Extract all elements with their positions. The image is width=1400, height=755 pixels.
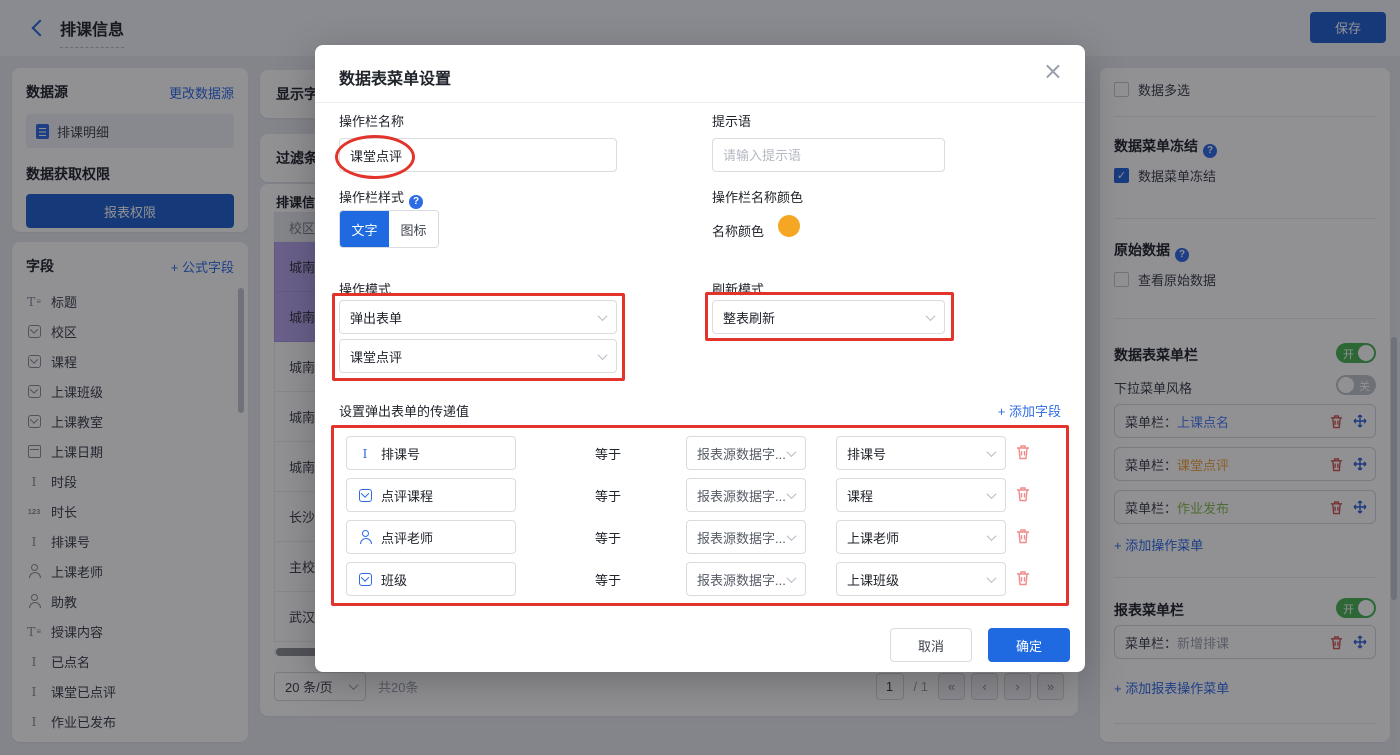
pass-value-row: 排课号 等于 报表源数据字... 排课号 bbox=[315, 436, 1085, 470]
trash-icon[interactable] bbox=[1016, 444, 1030, 460]
pass-field-name: 点评老师 bbox=[381, 528, 433, 547]
help-icon[interactable]: ? bbox=[409, 195, 423, 209]
pass-value-row: 点评课程 等于 报表源数据字... 课程 bbox=[315, 478, 1085, 512]
mapped-field-select[interactable]: 排课号 bbox=[836, 436, 1006, 470]
refresh-label: 刷新模式 bbox=[712, 279, 764, 298]
source-value: 报表源数据字... bbox=[697, 486, 786, 505]
chevron-down-icon bbox=[598, 350, 608, 360]
trash-icon[interactable] bbox=[1016, 528, 1030, 544]
app-root: 排课信息 保存 数据源 更改数据源 排课明细 数据获取权限 报表权限 字段 + … bbox=[0, 0, 1400, 755]
select-icon bbox=[357, 571, 373, 587]
mapped-field-value: 排课号 bbox=[847, 444, 886, 463]
source-select[interactable]: 报表源数据字... bbox=[686, 562, 806, 596]
cancel-button[interactable]: 取消 bbox=[890, 628, 972, 662]
mode-form-select[interactable]: 课堂点评 bbox=[339, 339, 617, 373]
style-label: 操作栏样式? bbox=[339, 187, 423, 209]
mapped-field-value: 课程 bbox=[847, 486, 873, 505]
equals-label: 等于 bbox=[595, 444, 621, 463]
close-icon[interactable]: × bbox=[1043, 59, 1063, 83]
mode-select-value: 弹出表单 bbox=[350, 308, 402, 327]
equals-label: 等于 bbox=[595, 570, 621, 589]
mode-select[interactable]: 弹出表单 bbox=[339, 300, 617, 334]
pass-field-input[interactable]: 点评课程 bbox=[346, 478, 516, 512]
pass-value-row: 班级 等于 报表源数据字... 上课班级 bbox=[315, 562, 1085, 596]
source-select[interactable]: 报表源数据字... bbox=[686, 436, 806, 470]
mode-label: 操作模式 bbox=[339, 279, 391, 298]
tip-label: 提示语 bbox=[712, 111, 751, 130]
mode-form-select-value: 课堂点评 bbox=[350, 347, 402, 366]
mapped-field-select[interactable]: 课程 bbox=[836, 478, 1006, 512]
refresh-select[interactable]: 整表刷新 bbox=[712, 300, 945, 334]
pass-field-name: 点评课程 bbox=[381, 486, 433, 505]
mapped-field-select[interactable]: 上课老师 bbox=[836, 520, 1006, 554]
source-select[interactable]: 报表源数据字... bbox=[686, 478, 806, 512]
modal-header: 数据表菜单设置 × bbox=[315, 45, 1085, 103]
chevron-down-icon bbox=[987, 447, 997, 457]
chevron-down-icon bbox=[926, 311, 936, 321]
source-value: 报表源数据字... bbox=[697, 444, 786, 463]
source-select[interactable]: 报表源数据字... bbox=[686, 520, 806, 554]
person-icon bbox=[357, 529, 373, 545]
mapped-field-value: 上课老师 bbox=[847, 528, 899, 547]
style-option-icon[interactable]: 图标 bbox=[389, 211, 438, 247]
style-option-text[interactable]: 文字 bbox=[340, 211, 389, 247]
equals-label: 等于 bbox=[595, 486, 621, 505]
source-value: 报表源数据字... bbox=[697, 570, 786, 589]
pass-field-name: 排课号 bbox=[381, 444, 420, 463]
mapped-field-select[interactable]: 上课班级 bbox=[836, 562, 1006, 596]
chevron-down-icon bbox=[987, 531, 997, 541]
chevron-down-icon bbox=[787, 489, 797, 499]
action-name-label: 操作栏名称 bbox=[339, 111, 404, 130]
pass-field-name: 班级 bbox=[381, 570, 407, 589]
text-icon bbox=[357, 445, 373, 461]
equals-label: 等于 bbox=[595, 528, 621, 547]
pass-values-label: 设置弹出表单的传递值 bbox=[339, 401, 469, 420]
name-color-text: 名称颜色 bbox=[712, 221, 764, 240]
confirm-button[interactable]: 确定 bbox=[988, 628, 1070, 662]
pass-value-row: 点评老师 等于 报表源数据字... 上课老师 bbox=[315, 520, 1085, 554]
chevron-down-icon bbox=[787, 531, 797, 541]
add-field-link[interactable]: + 添加字段 bbox=[998, 401, 1061, 420]
chevron-down-icon bbox=[987, 573, 997, 583]
mapped-field-value: 上课班级 bbox=[847, 570, 899, 589]
chevron-down-icon bbox=[598, 311, 608, 321]
pass-field-input[interactable]: 排课号 bbox=[346, 436, 516, 470]
trash-icon[interactable] bbox=[1016, 486, 1030, 502]
pass-field-input[interactable]: 点评老师 bbox=[346, 520, 516, 554]
chevron-down-icon bbox=[787, 447, 797, 457]
chevron-down-icon bbox=[987, 489, 997, 499]
table-menu-settings-modal: 数据表菜单设置 × 操作栏名称 提示语 操作栏样式? 文字 图标 操作栏名称颜色… bbox=[315, 45, 1085, 672]
trash-icon[interactable] bbox=[1016, 570, 1030, 586]
name-color-label: 操作栏名称颜色 bbox=[712, 187, 803, 206]
refresh-select-value: 整表刷新 bbox=[723, 308, 775, 327]
select-icon bbox=[357, 487, 373, 503]
pass-field-input[interactable]: 班级 bbox=[346, 562, 516, 596]
chevron-down-icon bbox=[787, 573, 797, 583]
tip-input[interactable] bbox=[712, 138, 945, 172]
style-segmented-control: 文字 图标 bbox=[339, 210, 439, 248]
modal-title: 数据表菜单设置 bbox=[339, 65, 451, 89]
action-name-input[interactable] bbox=[339, 138, 617, 172]
color-swatch[interactable] bbox=[778, 215, 800, 237]
source-value: 报表源数据字... bbox=[697, 528, 786, 547]
